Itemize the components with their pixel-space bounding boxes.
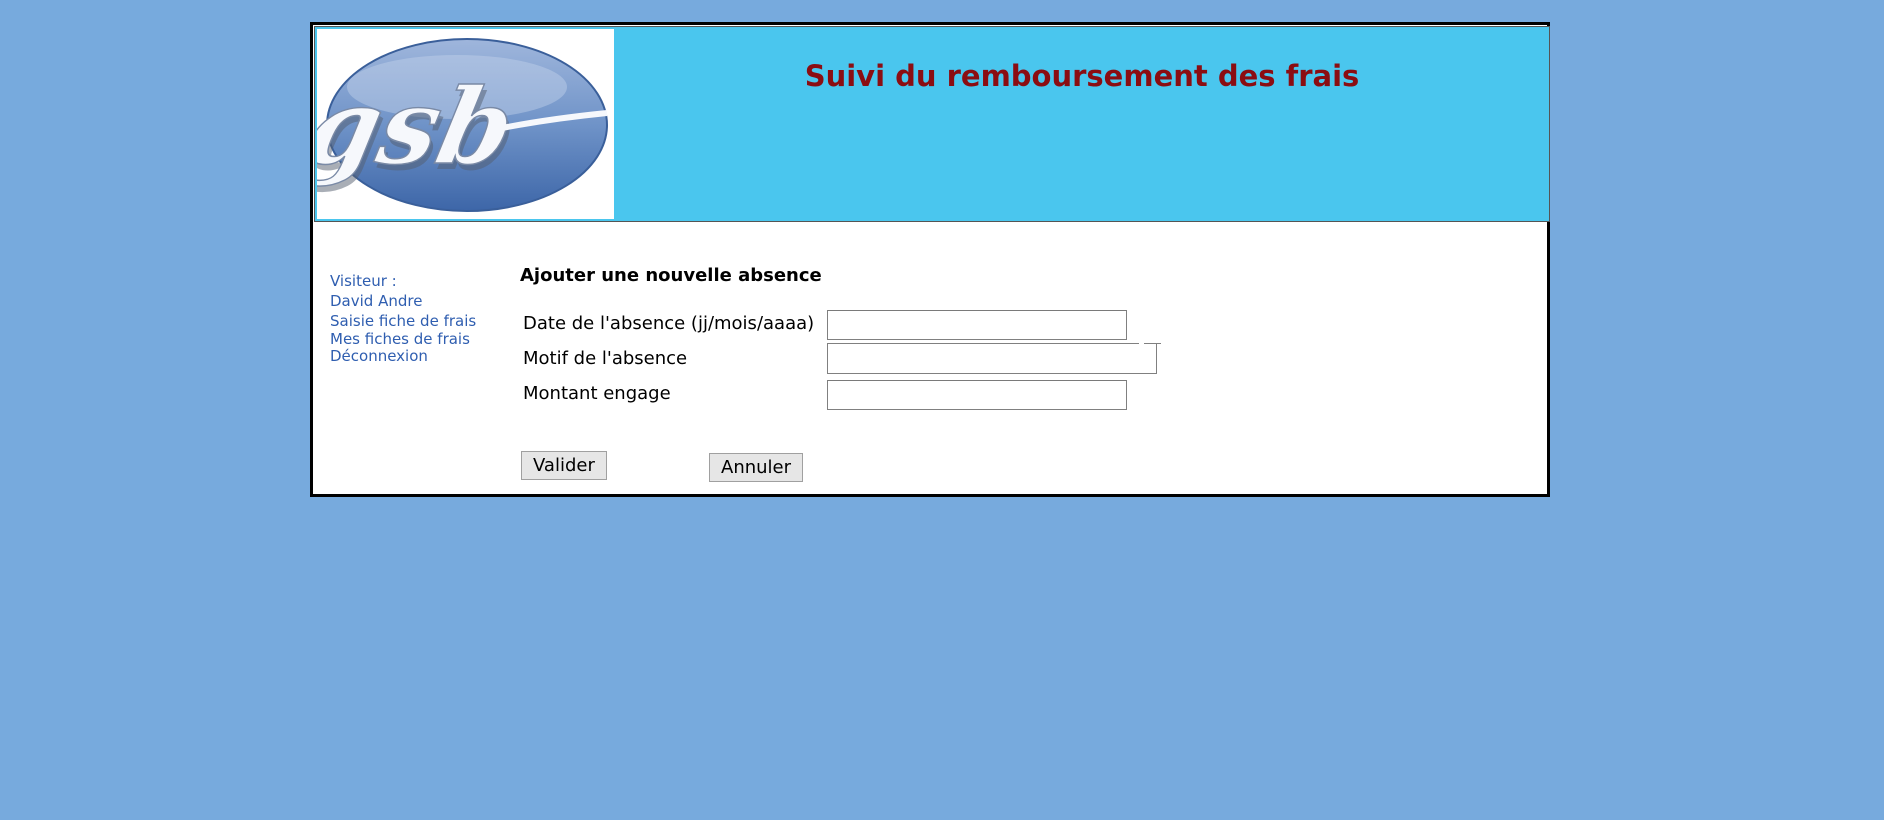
visitor-name: David Andre (330, 292, 423, 310)
annuler-button[interactable]: Annuler (709, 453, 804, 482)
menu-item-mes-fiches-frais[interactable]: Mes fiches de frais (330, 330, 470, 348)
visitor-label: Visiteur : (330, 272, 397, 290)
site-header: gsb gsb Suivi du remboursement des frais (314, 26, 1550, 222)
motif-absence-input[interactable] (829, 345, 1155, 373)
menu-item-saisie-fiche-frais[interactable]: Saisie fiche de frais (330, 312, 476, 330)
montant-engage-label: Montant engage (523, 383, 671, 404)
page-title: Suivi du remboursement des frais (804, 59, 1360, 93)
menu-item-deconnexion[interactable]: Déconnexion (330, 347, 428, 365)
motif-absence-label: Motif de l'absence (523, 348, 688, 369)
gsb-logo: gsb gsb (317, 29, 614, 219)
date-absence-label: Date de l'absence (jj/mois/aaaa) (523, 313, 815, 334)
valider-button[interactable]: Valider (521, 451, 607, 480)
logo-text: gsb (317, 65, 525, 188)
date-absence-input[interactable] (827, 310, 1127, 340)
montant-engage-input[interactable] (827, 380, 1127, 410)
sidebar-menu: Visiteur : David Andre Saisie fiche de f… (330, 271, 476, 365)
motif-absence-field (827, 343, 1161, 374)
page-container: gsb gsb Suivi du remboursement des frais… (310, 22, 1550, 497)
form-title: Ajouter une nouvelle absence (520, 265, 822, 286)
